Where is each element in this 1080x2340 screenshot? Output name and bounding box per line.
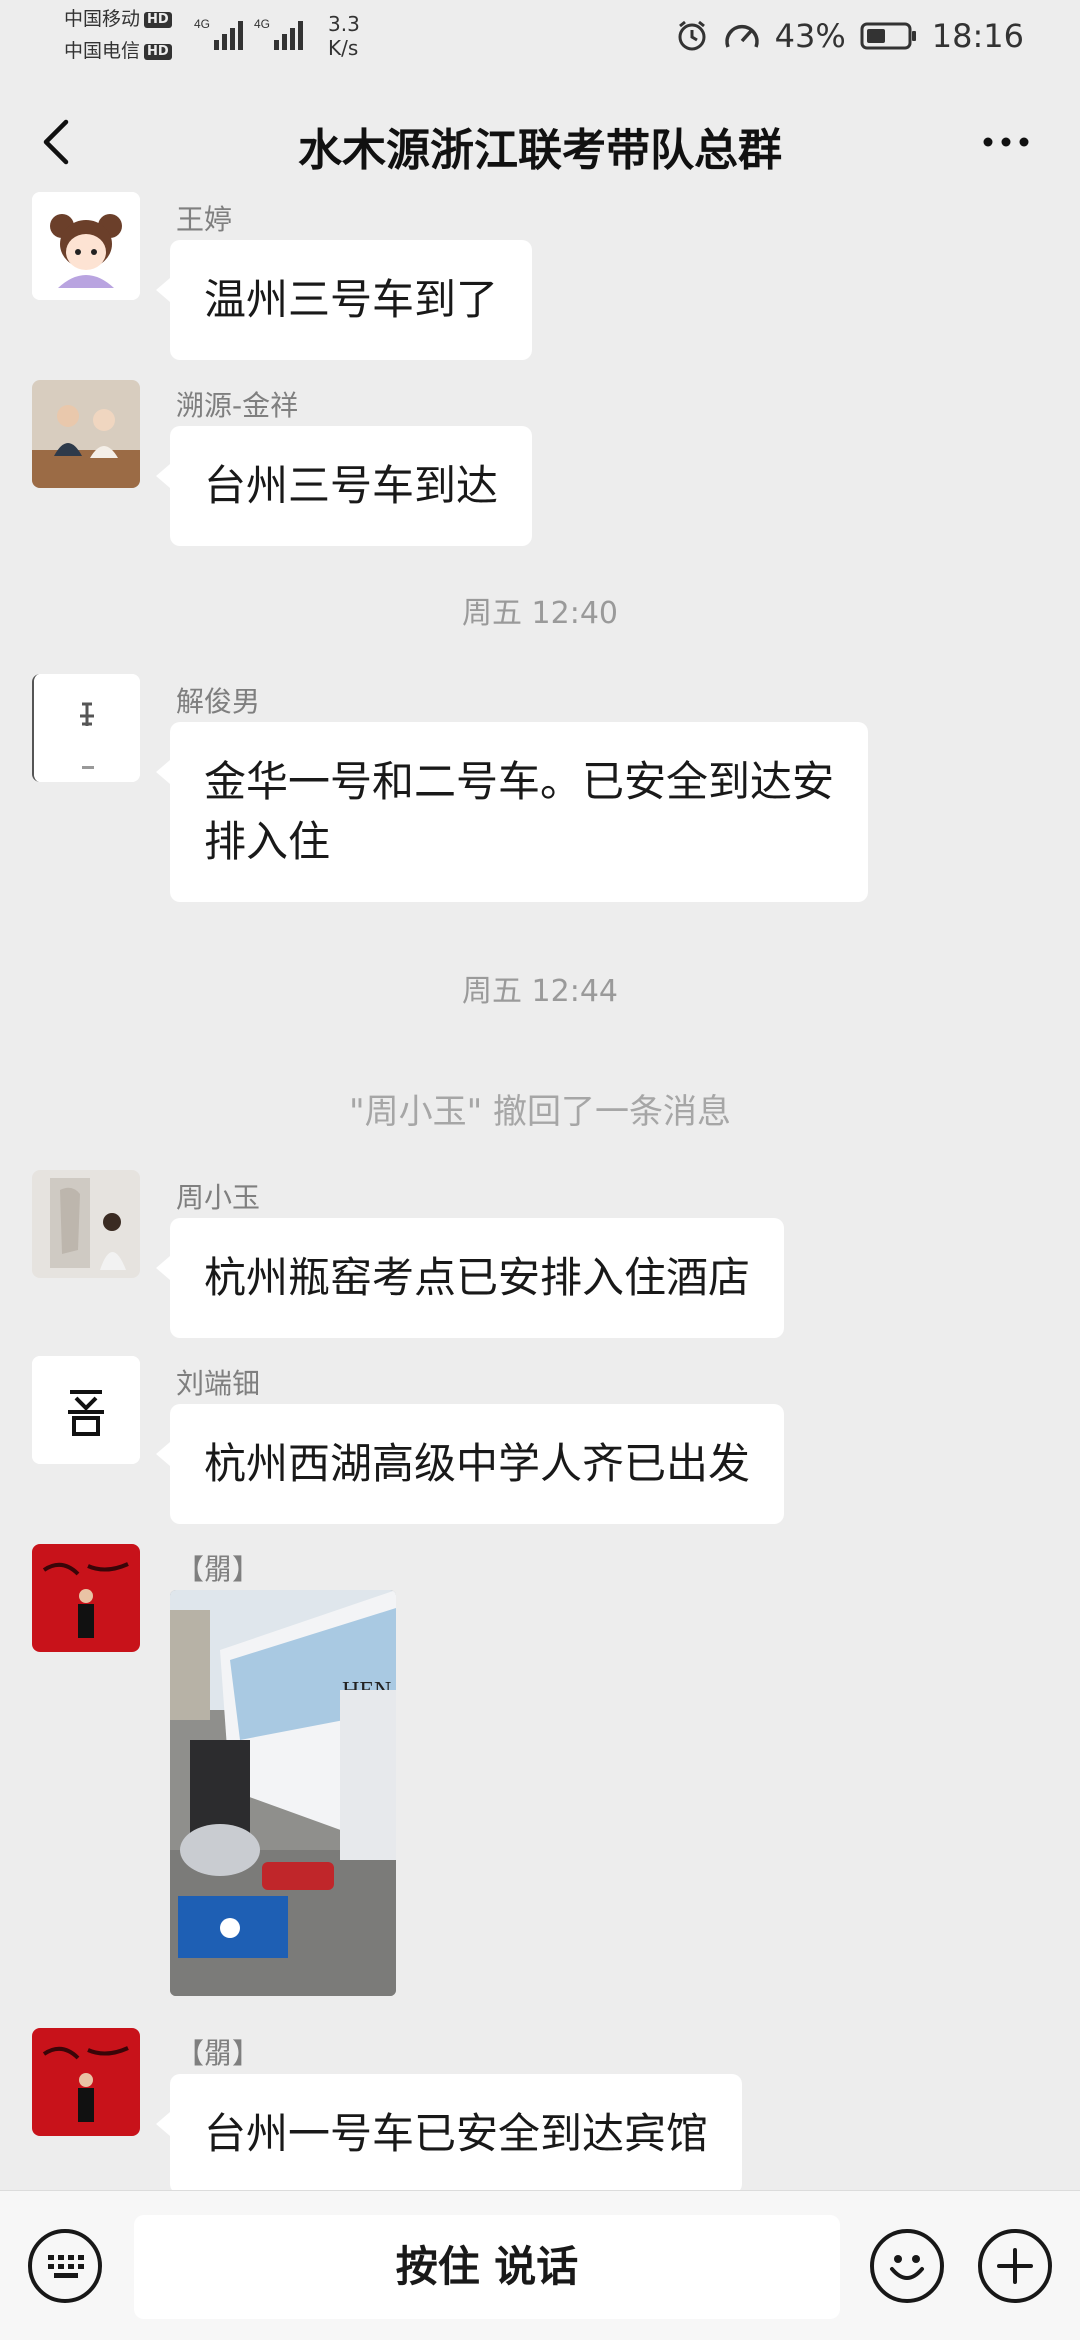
speed-icon <box>724 24 759 48</box>
seal-character-avatar-icon <box>32 1356 140 1464</box>
svg-text:4G: 4G <box>254 17 270 31</box>
more-options-button[interactable] <box>976 114 1036 170</box>
sender-name: 溯源-金祥 <box>176 389 299 422</box>
keyboard-toggle-button[interactable] <box>28 2229 102 2303</box>
add-more-button[interactable] <box>978 2229 1052 2303</box>
status-bar: 中国移动 HD 中国电信 HD 4G 4G 3.3 K/s 43% 18:16 <box>0 0 1080 72</box>
sender-name: 王婷 <box>176 203 233 236</box>
recall-notice: "周小玉" 撤回了一条消息 <box>348 1092 732 1132</box>
clock: 18:16 <box>931 17 1024 55</box>
signal-icon-2: 4G <box>254 17 303 50</box>
signal-icon: 4G <box>194 17 243 50</box>
net-speed: 3.3 K/s <box>328 12 360 60</box>
alarm-icon <box>678 20 706 51</box>
red-background-person-avatar-icon <box>32 1544 140 1652</box>
keyboard-icon <box>48 2255 84 2278</box>
status-right: 43% 18:16 <box>675 14 1024 58</box>
emoji-button[interactable] <box>870 2229 944 2303</box>
svg-text:4G: 4G <box>194 17 210 31</box>
sculpture-photo-avatar-icon <box>32 1170 140 1278</box>
battery-icon <box>860 22 916 50</box>
input-bar: 按住 说话 <box>0 2190 1080 2340</box>
avatar[interactable] <box>32 192 140 300</box>
sender-name: 刘端钿 <box>176 1367 261 1400</box>
message-text-line: 排入住 <box>204 817 331 866</box>
sender-name: 周小玉 <box>176 1181 261 1214</box>
emoji-icon <box>890 2255 924 2280</box>
avatar[interactable] <box>32 380 140 488</box>
avatar[interactable] <box>32 1170 140 1278</box>
hold-to-talk-button[interactable]: 按住 说话 <box>134 2215 840 2319</box>
red-background-person-avatar-icon <box>32 2028 140 2136</box>
battery-percent: 43% <box>774 17 846 55</box>
shared-photo[interactable]: HEN <box>170 1590 396 1996</box>
title-bar: 水木源浙江联考带队总群 <box>0 84 1080 196</box>
message-bubble[interactable]: 杭州瓶窑考点已安排入住酒店 <box>155 1218 785 1338</box>
avatar[interactable] <box>32 674 140 782</box>
couple-photo-avatar-icon <box>32 380 140 488</box>
sender-name: 【朤】 <box>176 2037 261 2070</box>
calligraphy-avatar-icon <box>34 674 140 782</box>
message-bubble[interactable]: 台州一号车已安全到达宾馆 <box>155 2074 743 2194</box>
chat-title: 水木源浙江联考带队总群 <box>298 125 782 176</box>
cartoon-girl-avatar-icon <box>32 192 140 300</box>
carrier-1: 中国移动 HD <box>64 8 172 30</box>
message-text-line: 金华一号和二号车。已安全到达安 <box>204 757 835 806</box>
plus-circle-icon <box>997 2248 1033 2284</box>
bus-luggage-photo-icon: HEN <box>170 1590 396 1996</box>
message-bubble[interactable]: 台州三号车到达 <box>155 426 533 546</box>
avatar[interactable] <box>32 1544 140 1652</box>
message-bubble[interactable]: 金华一号和二号车。已安全到达安 排入住 <box>155 722 869 902</box>
timestamp: 周五 12:44 <box>462 974 618 1009</box>
message-bubble[interactable]: 温州三号车到了 <box>155 240 533 360</box>
message-bubble[interactable]: 杭州西湖高级中学人齐已出发 <box>155 1404 785 1524</box>
carrier-2: 中国电信 HD <box>64 40 172 62</box>
sender-name: 【朤】 <box>176 1553 261 1586</box>
avatar[interactable] <box>32 1356 140 1464</box>
sender-name: 解俊男 <box>176 685 261 718</box>
timestamp: 周五 12:40 <box>462 596 618 631</box>
avatar[interactable] <box>32 2028 140 2136</box>
